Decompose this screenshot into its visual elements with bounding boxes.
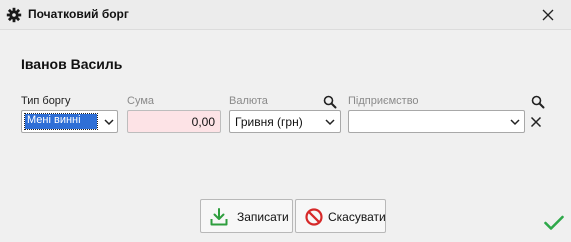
currency-value: Гривня (грн) xyxy=(235,115,303,129)
title-bar: Початковий борг xyxy=(0,0,571,30)
enterprise-label: Підприємство xyxy=(348,95,419,107)
debt-type-label: Тип боргу xyxy=(21,95,71,107)
close-icon[interactable] xyxy=(539,6,557,24)
currency-label: Валюта xyxy=(229,95,268,107)
clear-icon[interactable] xyxy=(530,116,542,128)
currency-select[interactable]: Гривня (грн) xyxy=(229,110,341,133)
debt-type-select[interactable]: Мені винні xyxy=(21,110,118,133)
currency-search-icon[interactable] xyxy=(323,95,337,109)
check-icon xyxy=(544,215,564,230)
download-icon xyxy=(210,208,228,226)
save-button[interactable]: Записати xyxy=(200,199,293,233)
amount-value: 0,00 xyxy=(191,115,215,129)
cancel-button[interactable]: Скасувати xyxy=(295,199,386,233)
chevron-down-icon[interactable] xyxy=(103,117,115,127)
enterprise-select[interactable] xyxy=(348,110,525,133)
cancel-button-label: Скасувати xyxy=(328,210,386,224)
gear-icon xyxy=(6,7,22,23)
chevron-down-icon[interactable] xyxy=(509,117,521,127)
enterprise-search-icon[interactable] xyxy=(531,95,545,109)
save-button-label: Записати xyxy=(237,210,289,224)
window-title: Початковий борг xyxy=(28,7,129,21)
amount-field[interactable]: 0,00 xyxy=(127,110,221,133)
cancel-icon xyxy=(305,208,323,226)
debt-type-selected-value: Мені винні xyxy=(24,113,98,130)
chevron-down-icon[interactable] xyxy=(324,117,336,127)
person-name: Іванов Василь xyxy=(21,56,123,72)
amount-label: Сума xyxy=(127,95,155,107)
